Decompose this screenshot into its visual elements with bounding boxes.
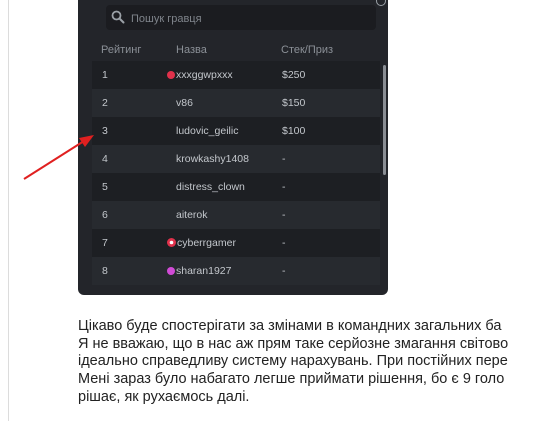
leaderboard-rows: 1 xxxggwpxxx $250 2 v86 $150 3 ludovic_g… <box>92 61 380 285</box>
player-name: cyberrgamer <box>177 237 236 249</box>
prize-cell: - <box>282 265 286 277</box>
name-cell: sharan1927 <box>167 265 231 277</box>
table-row[interactable]: 5 distress_clown - <box>92 173 380 201</box>
name-cell: cyberrgamer <box>167 237 236 249</box>
panel-corner-icon <box>376 0 386 6</box>
rank-cell: 6 <box>102 209 108 221</box>
red-arrow-annotation <box>23 135 94 180</box>
rank-cell: 7 <box>102 237 108 249</box>
prize-cell: - <box>282 209 286 221</box>
red-ring-icon <box>167 238 176 247</box>
scrollbar[interactable] <box>383 65 386 175</box>
player-name: krowkashy1408 <box>176 153 249 165</box>
prize-cell: - <box>282 181 286 193</box>
prize-cell: $100 <box>282 125 306 137</box>
prize-cell: - <box>282 237 286 249</box>
search-icon <box>111 10 125 24</box>
article-text: Цікаво буде спостерігати за змінами в ко… <box>78 318 551 407</box>
article-line: ідеально справедливу систему нарахувань.… <box>78 353 508 370</box>
table-row[interactable]: 4 krowkashy1408 - <box>92 145 380 173</box>
player-name: ludovic_geilic <box>176 125 239 137</box>
table-row[interactable]: 7 cyberrgamer - <box>92 229 380 257</box>
search-input[interactable] <box>129 5 373 32</box>
prize-cell: $150 <box>282 97 306 109</box>
article-line: Цікаво буде спостерігати за змінами в ко… <box>78 318 502 334</box>
player-search[interactable] <box>106 5 376 32</box>
red-dot-icon <box>167 71 175 79</box>
leaderboard-panel: Рейтинг Назва Стек/Приз 1 xxxggwpxxx $25… <box>78 0 388 295</box>
player-name: xxxggwpxxx <box>176 69 233 81</box>
player-name: distress_clown <box>176 181 245 193</box>
player-name: aiterok <box>176 209 208 221</box>
name-cell: xxxggwpxxx <box>167 69 233 81</box>
article-line: Мені зараз було набагато легше приймати … <box>78 371 505 388</box>
magenta-dot-icon <box>167 267 175 275</box>
leaderboard-header: Рейтинг Назва Стек/Приз <box>78 40 388 60</box>
table-row[interactable]: 3 ludovic_geilic $100 <box>92 117 380 145</box>
player-name: sharan1927 <box>176 265 232 277</box>
article-line: рішає, як рухаємось далі. <box>78 388 250 405</box>
table-row[interactable]: 2 v86 $150 <box>92 89 380 117</box>
col-name: Назва <box>176 44 207 56</box>
player-name: v86 <box>176 97 193 109</box>
table-row[interactable]: 6 aiterok - <box>92 201 380 229</box>
table-row[interactable]: 1 xxxggwpxxx $250 <box>92 61 380 89</box>
prize-cell: - <box>282 153 286 165</box>
table-row[interactable]: 8 sharan1927 - <box>92 257 380 285</box>
prize-cell: $250 <box>282 69 306 81</box>
article-line: Я не вважаю, що в нас аж прям таке серйо… <box>78 335 509 352</box>
rank-cell: 8 <box>102 265 108 277</box>
col-stack: Стек/Приз <box>281 44 334 56</box>
